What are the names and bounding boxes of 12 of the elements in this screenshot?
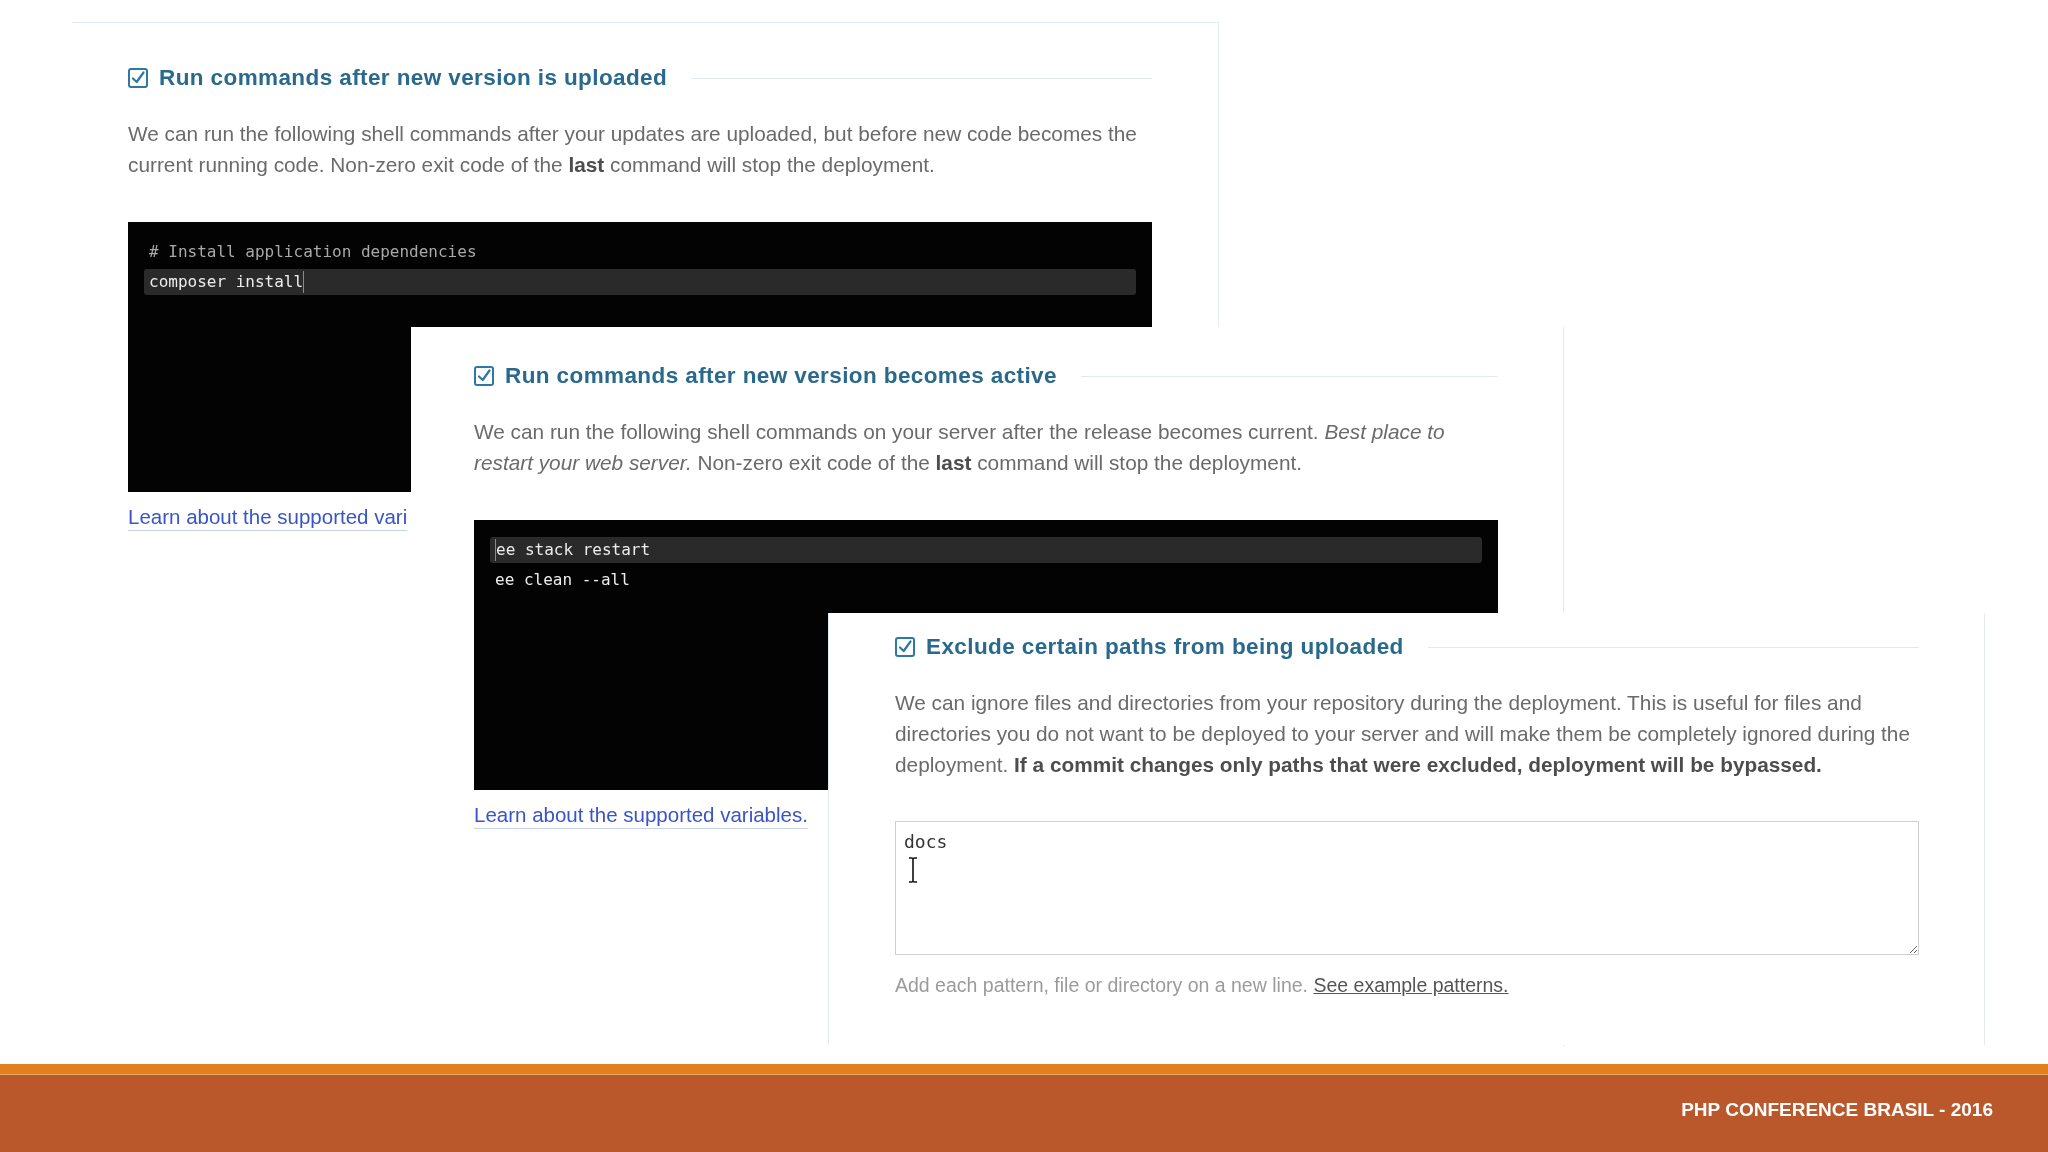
section-heading: Exclude certain paths from being uploaded: [926, 633, 1404, 662]
code-text: composer install: [149, 271, 304, 293]
section-heading: Run commands after new version becomes active: [505, 362, 1057, 391]
section-description: We can run the following shell commands after your updates are uploaded, but before new code becomes the current running code. Non-zero exit code of the last command will stop the deployment.: [128, 121, 1138, 178]
code-text: ee stack restart: [496, 539, 651, 561]
section-description: We can run the following shell commands on your server after the release becomes current. Best place to restart your web server. Non-zero exit code of the last command will stop the deployment.: [474, 419, 1446, 476]
code-text: ee clean --all: [495, 569, 630, 591]
section-heading: Run commands after new version is uploaded: [159, 64, 668, 93]
code-text: # Install application dependencies: [149, 241, 477, 263]
section-description: We can ignore files and directories from your repository during the deployment. This is useful for files and directories you do not want to be deployed to your server and will make them be completely ignored during the deployment. If a commit changes only paths that were excluded, deployment will be bypassed.: [895, 690, 1911, 778]
conference-title: PHP CONFERENCE BRASIL - 2016: [1681, 1097, 1993, 1122]
hint-text: Add each pattern, file or directory on a new line. See example patterns.: [895, 973, 1509, 997]
